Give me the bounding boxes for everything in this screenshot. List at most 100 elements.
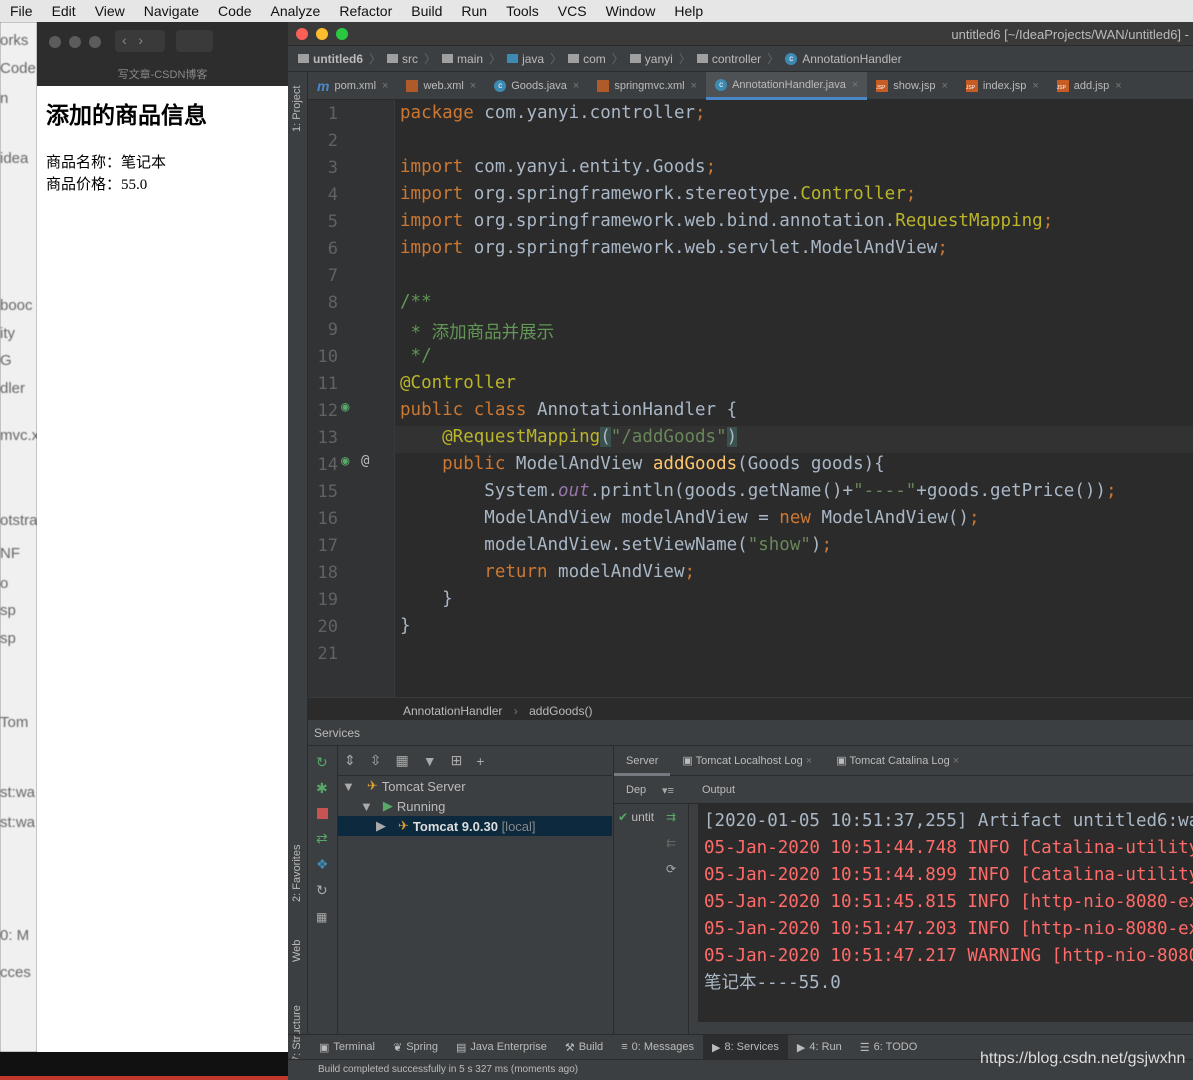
new-tab-icon[interactable]: ⊞ <box>451 752 463 769</box>
menu-window[interactable]: Window <box>606 3 656 19</box>
deploy-icon[interactable]: ⇄ <box>316 830 328 847</box>
4-run-icon: ▶ <box>796 1041 806 1054</box>
menu-refactor[interactable]: Refactor <box>339 3 392 19</box>
favorites-tool-button[interactable]: 2: Favorites <box>291 845 303 902</box>
background-text: cces <box>0 964 31 981</box>
breadcrumb-untitled6[interactable]: untitled6 <box>298 52 363 66</box>
tab-index-jsp[interactable]: JSP index.jsp × <box>957 72 1048 100</box>
minimize-button[interactable] <box>69 36 81 48</box>
menu-help[interactable]: Help <box>674 3 703 19</box>
close-button[interactable] <box>49 36 61 48</box>
ide-window: untitled6 [~/IdeaProjects/WAN/untitled6]… <box>288 22 1193 1080</box>
close-tab-icon[interactable]: × <box>470 80 476 92</box>
layout-icon[interactable]: ▦ <box>316 910 327 924</box>
close-button[interactable] <box>296 28 308 40</box>
line-number: 17 <box>317 536 338 556</box>
sidebar-toggle-icon[interactable] <box>176 30 213 52</box>
undeploy-icon[interactable]: ⇇ <box>666 836 676 850</box>
jsp-icon: JSP <box>965 80 978 92</box>
web-tool-button[interactable]: Web <box>291 940 303 962</box>
breadcrumb-src[interactable]: src <box>387 52 418 66</box>
menu-vcs[interactable]: VCS <box>558 3 587 19</box>
override-icon[interactable]: @ <box>361 453 369 469</box>
breadcrumb-label: controller <box>711 51 762 66</box>
stop-icon[interactable] <box>317 808 328 819</box>
breadcrumb-main[interactable]: main <box>442 52 483 66</box>
tab-catalina-log[interactable]: ▣ Tomcat Catalina Log × <box>824 746 971 776</box>
tab-annotationhandler-java[interactable]: c AnnotationHandler.java × <box>706 72 868 100</box>
close-tab-icon[interactable]: × <box>1032 80 1038 92</box>
artifact-icon[interactable]: ❖ <box>316 856 329 873</box>
breadcrumb-yanyi[interactable]: yanyi <box>629 52 673 66</box>
refresh-icon[interactable]: ⟳ <box>666 862 676 876</box>
menu-edit[interactable]: Edit <box>52 3 76 19</box>
menu-tools[interactable]: Tools <box>506 3 539 19</box>
filter-icon[interactable]: ▼ <box>423 753 437 769</box>
breadcrumb-java[interactable]: java <box>507 52 544 66</box>
tab-pom-xml[interactable]: m pom.xml × <box>308 72 397 100</box>
tool-6-todo[interactable]: ☰ 6: TODO <box>851 1035 926 1060</box>
tool-4-run[interactable]: ▶ 4: Run <box>788 1035 851 1060</box>
zoom-button[interactable] <box>89 36 101 48</box>
tree-item-tomcat-server[interactable]: ▼ ✈ Tomcat Server <box>342 776 466 796</box>
close-tab-icon[interactable]: × <box>1115 80 1121 92</box>
refresh-icon[interactable]: ↻ <box>316 882 328 899</box>
menu-code[interactable]: Code <box>218 3 251 19</box>
tool-build[interactable]: ⚒ Build <box>556 1035 612 1060</box>
expand-all-icon[interactable]: ⇕ <box>344 752 356 769</box>
tool-0-messages[interactable]: ≡ 0: Messages <box>612 1035 703 1060</box>
tab-web-xml[interactable]: web.xml × <box>397 72 485 100</box>
tab-add-jsp[interactable]: JSP add.jsp × <box>1048 72 1131 100</box>
tomcat-icon: ✈ <box>398 818 409 833</box>
close-tab-icon[interactable]: × <box>852 79 858 91</box>
breadcrumb-class[interactable]: AnnotationHandler <box>403 704 502 718</box>
tool-spring[interactable]: ❦ Spring <box>384 1035 447 1060</box>
code-token: */ <box>400 346 432 366</box>
debug-icon[interactable]: ✱ <box>316 780 328 797</box>
run-gutter-icon[interactable]: ◉ <box>341 453 349 469</box>
add-service-icon[interactable]: + <box>476 753 484 769</box>
tab-show-jsp[interactable]: JSP show.jsp × <box>867 72 957 100</box>
tab-goods-java[interactable]: c Goods.java × <box>485 72 588 100</box>
breadcrumb-method[interactable]: addGoods() <box>529 704 592 718</box>
tool-java-enterprise[interactable]: ▤ Java Enterprise <box>447 1035 556 1060</box>
breadcrumb-annotationhandler[interactable]: c AnnotationHandler <box>785 52 902 66</box>
zoom-button[interactable] <box>336 28 348 40</box>
back-forward-buttons[interactable]: ‹ › <box>115 30 165 52</box>
class-icon: c <box>715 78 728 91</box>
close-tab-icon[interactable]: × <box>573 80 579 92</box>
close-tab-icon[interactable]: × <box>691 80 697 92</box>
deployment-item[interactable]: ✔ untit <box>618 810 654 824</box>
output-console[interactable]: [2020-01-05 10:51:37,255] Artifact untit… <box>698 804 1193 1022</box>
tab-localhost-log[interactable]: ▣ Tomcat Localhost Log × <box>670 746 824 776</box>
close-tab-icon[interactable]: × <box>941 80 947 92</box>
deploy-icon[interactable]: ⇉ <box>666 810 676 824</box>
close-tab-icon[interactable]: × <box>382 80 388 92</box>
menu-file[interactable]: File <box>10 3 33 19</box>
tree-item-tomcat-instance[interactable]: ▶ ✈ Tomcat 9.0.30 [local] <box>338 816 612 836</box>
menu-build[interactable]: Build <box>411 3 442 19</box>
tool-label: Terminal <box>333 1041 375 1053</box>
menu-navigate[interactable]: Navigate <box>144 3 199 19</box>
tab-springmvc-xml[interactable]: springmvc.xml × <box>588 72 706 100</box>
minimize-button[interactable] <box>316 28 328 40</box>
breadcrumb-com[interactable]: com <box>568 52 606 66</box>
project-tool-button[interactable]: 1: Project <box>291 86 303 132</box>
breadcrumb-controller[interactable]: controller <box>696 51 762 66</box>
collapse-all-icon[interactable]: ⇳ <box>370 752 382 769</box>
code-editor[interactable]: 1 2 3 4 5 6 7 8 9 10 11 12 13 14 15 16 17 18 19 20 21 ◉ ◉ @ pac… <box>308 100 1193 697</box>
menu-view[interactable]: View <box>95 3 125 19</box>
output-line: 05-Jan-2020 10:51:47.217 WARNING [http-n… <box>704 946 1193 966</box>
code-token: System. <box>400 481 559 501</box>
menu-run[interactable]: Run <box>461 3 487 19</box>
tool-8-services[interactable]: ▶ 8: Services <box>702 1034 788 1060</box>
rerun-icon[interactable]: ↻ <box>316 754 328 771</box>
tab-server[interactable]: Server <box>614 746 671 776</box>
sort-icon[interactable]: ▾≡ <box>662 784 674 797</box>
tool-terminal[interactable]: ▣ Terminal <box>310 1035 384 1060</box>
tree-item-running[interactable]: ▼ ▶ Running <box>360 796 445 816</box>
menu-analyze[interactable]: Analyze <box>271 3 321 19</box>
dock-edge <box>0 1076 288 1080</box>
group-icon[interactable]: ▦ <box>395 752 408 769</box>
run-gutter-icon[interactable]: ◉ <box>341 399 349 415</box>
